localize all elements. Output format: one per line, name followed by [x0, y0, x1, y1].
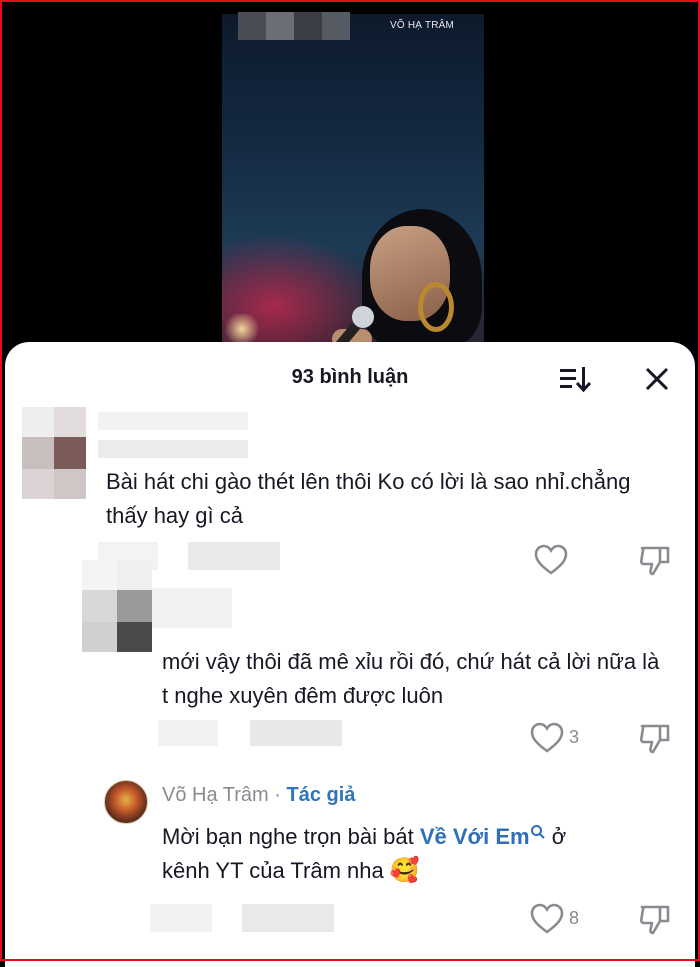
sort-icon [560, 367, 592, 393]
comment-avatar-blurred[interactable] [22, 407, 86, 499]
like-button[interactable] [530, 722, 564, 754]
author-reply-meta-blurred [150, 904, 334, 932]
dislike-button[interactable] [638, 722, 672, 754]
comment-username-blurred[interactable] [98, 412, 248, 458]
stage-light-spot [222, 314, 262, 344]
reply-meta-blurred [158, 720, 342, 746]
reply-text-part: ở [545, 824, 567, 849]
like-count: 3 [569, 727, 580, 747]
author-avatar[interactable] [104, 780, 148, 824]
microphone [352, 306, 374, 328]
heart-icon [530, 722, 564, 753]
thumbs-down-icon [639, 905, 670, 935]
close-icon [645, 367, 669, 391]
reply-text-part: Mời bạn nghe trọn bài bát [162, 824, 420, 849]
author-name[interactable]: Võ Hạ Trâm [162, 784, 269, 806]
thumbs-down-icon [639, 546, 670, 576]
author-badge: Tác giả [286, 784, 356, 806]
dislike-button[interactable] [638, 903, 672, 935]
comment-text: Bài hát chi gào thét lên thôi Ko có lời … [106, 469, 631, 528]
song-search-link[interactable]: Về Với Em [420, 824, 546, 849]
dislike-button[interactable] [638, 544, 672, 576]
song-link-label[interactable]: Về Với Em [420, 824, 530, 849]
reply-text-part: kênh YT của Trâm nha [162, 858, 384, 883]
separator: · [268, 784, 287, 806]
like-button[interactable] [534, 544, 568, 576]
thumbs-down-icon [639, 724, 670, 754]
heart-icon [530, 903, 564, 934]
author-reply-text: Mời bạn nghe trọn bài bát Về Với Em ở kê… [162, 820, 682, 888]
sort-button[interactable] [558, 364, 594, 394]
blurred-username [238, 12, 350, 40]
close-button[interactable] [642, 364, 672, 394]
reply-username-blurred[interactable] [152, 588, 232, 628]
heart-icon [534, 544, 568, 575]
search-icon [530, 825, 545, 839]
like-button[interactable] [530, 903, 564, 935]
smiling-hearts-emoji: 🥰 [389, 857, 420, 884]
like-count: 8 [569, 908, 580, 928]
video-player[interactable] [222, 14, 484, 344]
reply-text: mới vậy thôi đã mê xỉu rồi đó, chứ hát c… [162, 649, 660, 708]
reply-avatar-blurred[interactable] [82, 560, 152, 652]
author-name-line[interactable]: Võ Hạ Trâm · Tác giả [162, 784, 355, 807]
video-watermark: VÕ HẠ TRÂM [390, 20, 455, 31]
earring [418, 282, 454, 332]
